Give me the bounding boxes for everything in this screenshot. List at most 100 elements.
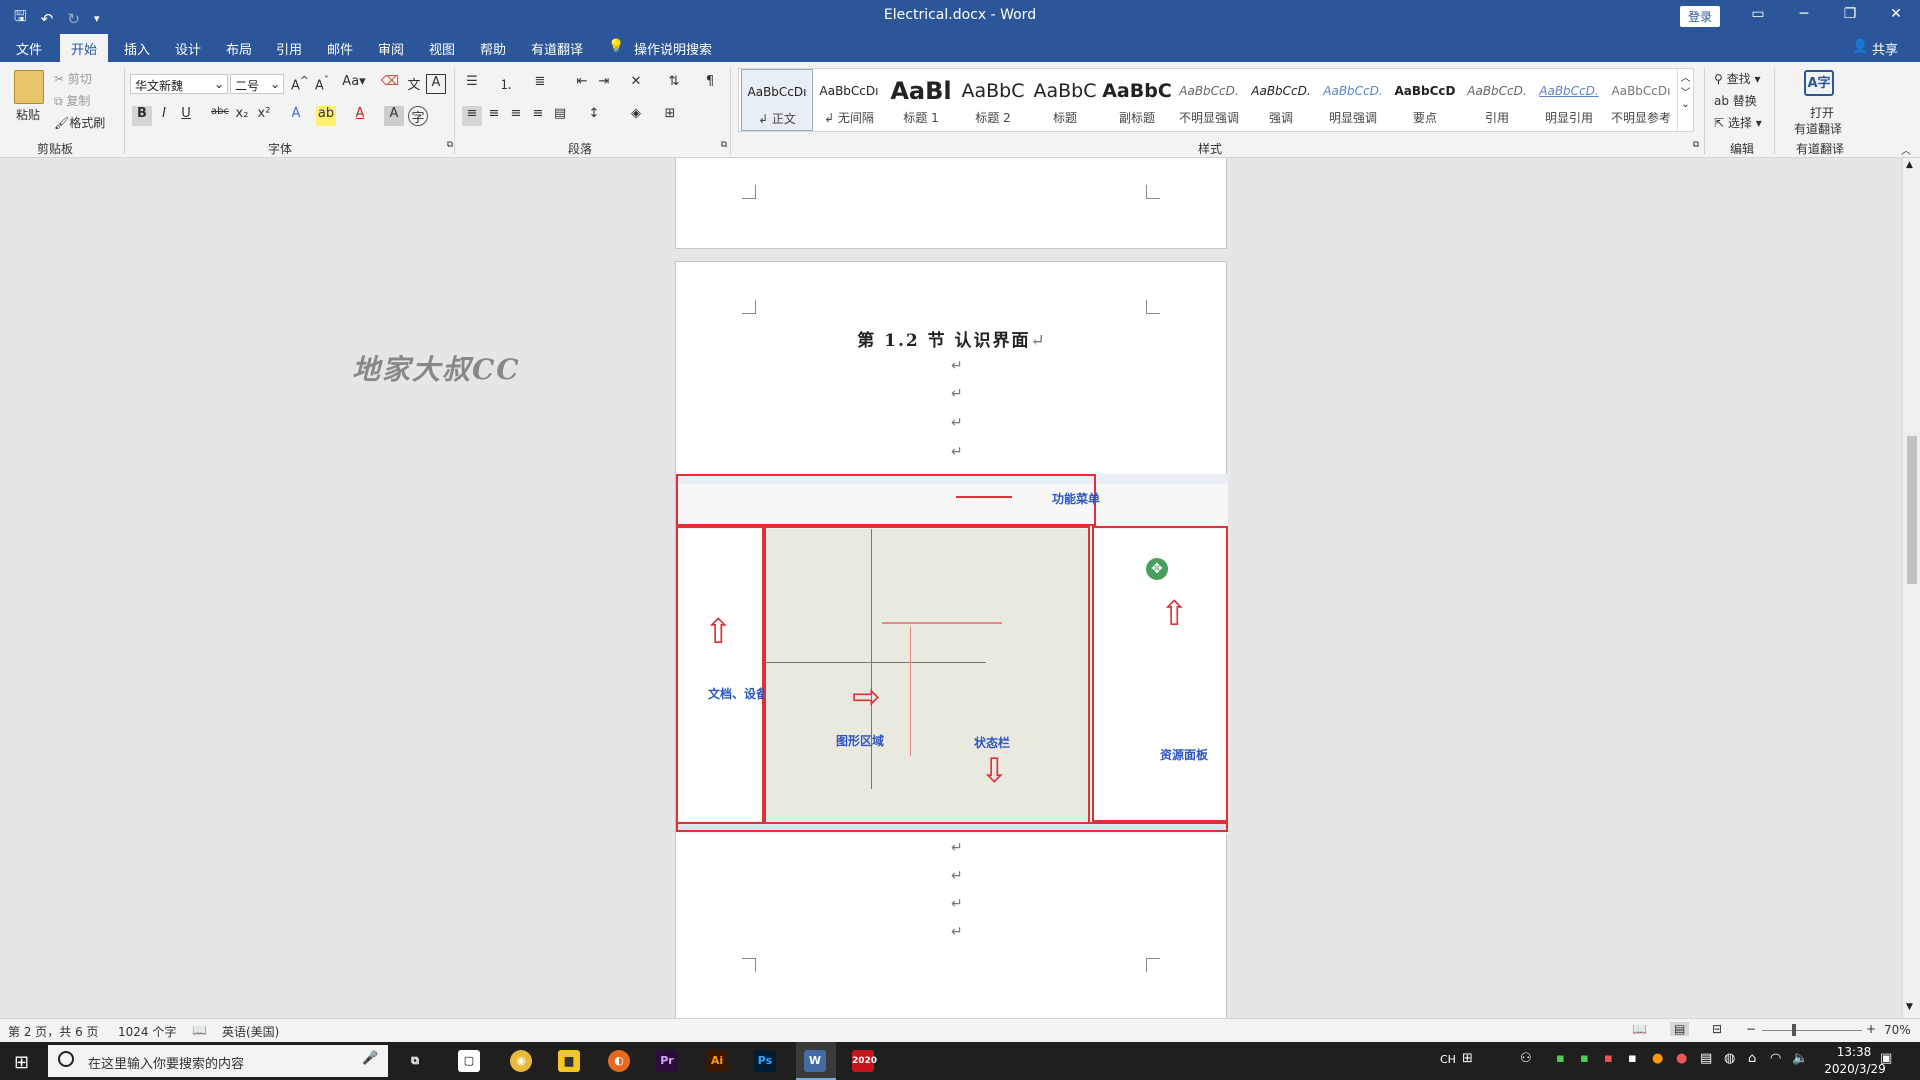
print-layout-icon[interactable]: ▤ — [1670, 1022, 1690, 1036]
illustrator-icon[interactable]: Ai — [706, 1050, 728, 1072]
style-subtitle[interactable]: AaBbC 副标题 — [1101, 69, 1173, 131]
scroll-up-icon[interactable]: ▲ — [1906, 160, 1913, 170]
copy-button[interactable]: ⧉ 复制 — [54, 92, 90, 109]
scrollbar-thumb[interactable] — [1907, 436, 1917, 584]
tab-youdao[interactable]: 有道翻译 — [531, 39, 583, 58]
app-icon[interactable]: ▢ — [458, 1050, 480, 1072]
change-case-icon[interactable]: Aa▾ — [340, 74, 368, 94]
tray-icon[interactable]: ▪ — [1580, 1051, 1589, 1066]
wechat-icon[interactable]: ◍ — [1724, 1051, 1735, 1066]
word-count[interactable]: 1024 个字 — [118, 1023, 176, 1040]
tab-mailings[interactable]: 邮件 — [327, 39, 353, 58]
style-intense-quote[interactable]: AaBbCcD. 明显引用 — [1533, 69, 1605, 131]
photoshop-icon[interactable]: Ps — [754, 1050, 776, 1072]
font-color-icon[interactable]: A — [350, 106, 370, 126]
tab-file[interactable]: 文件 — [16, 39, 42, 58]
chevron-up-icon[interactable]: ︿ — [1678, 69, 1693, 84]
paste-button[interactable]: 粘贴 — [16, 106, 40, 123]
enclose-characters-icon[interactable]: 字 — [408, 106, 428, 126]
chinese-layout-icon[interactable]: ✕ — [626, 74, 646, 94]
microphone-icon[interactable]: 🎤 — [362, 1051, 378, 1066]
ribbon-display-options-icon[interactable]: ▭ — [1746, 6, 1770, 26]
zoom-in-icon[interactable]: + — [1866, 1022, 1876, 1036]
increase-indent-icon[interactable]: ⇥ — [594, 74, 614, 94]
web-layout-icon[interactable]: ⊟ — [1712, 1022, 1722, 1036]
chevron-down-icon[interactable]: ﹀ — [1678, 84, 1693, 99]
embedded-screenshot[interactable]: 功能菜单 ⇧ 文档、设备管理器 ⇨ 图形区域 状态栏 ⇩ ✥ ⇧ 资源面板 — [676, 474, 1228, 834]
distributed-icon[interactable]: ▤ — [550, 106, 570, 126]
zoom-slider[interactable] — [1762, 1030, 1862, 1031]
youdao-open-line2[interactable]: 有道翻译 — [1794, 120, 1842, 137]
notification-icon[interactable]: ▣ — [1880, 1051, 1892, 1066]
scroll-down-icon[interactable]: ▼ — [1906, 1002, 1913, 1012]
font-name-select[interactable]: 华文新魏 ⌄ — [130, 74, 228, 94]
shrink-font-icon[interactable]: Aˇ — [312, 74, 332, 94]
style-heading-1[interactable]: AaBl 标题 1 — [885, 69, 957, 131]
tab-design[interactable]: 设计 — [175, 39, 201, 58]
tray-icon[interactable]: ▪ — [1604, 1051, 1613, 1066]
bold-icon[interactable]: B — [132, 106, 152, 126]
text-effects-icon[interactable]: A — [286, 106, 306, 126]
style-subtle-emphasis[interactable]: AaBbCcD. 不明显强调 — [1173, 69, 1245, 131]
clear-format-icon[interactable]: ⌫ — [380, 74, 400, 94]
style-strong[interactable]: AaBbCcD 要点 — [1389, 69, 1461, 131]
zoom-level[interactable]: 70% — [1884, 1023, 1911, 1037]
show-marks-icon[interactable]: ¶ — [700, 74, 720, 94]
youdao-translate-icon[interactable]: A字 — [1804, 70, 1834, 96]
tab-review[interactable]: 审阅 — [378, 39, 404, 58]
premiere-icon[interactable]: Pr — [656, 1050, 678, 1072]
cut-button[interactable]: ✂ 剪切 — [54, 70, 92, 87]
tell-me-search[interactable]: 操作说明搜索 — [634, 39, 712, 58]
style-subtle-reference[interactable]: AaBbCcDı 不明显参考 — [1605, 69, 1677, 131]
tab-layout[interactable]: 布局 — [226, 39, 252, 58]
font-size-select[interactable]: 二号 ⌄ — [230, 74, 284, 94]
tab-references[interactable]: 引用 — [276, 39, 302, 58]
styles-dialog-launcher-icon[interactable]: ⧉ — [1686, 140, 1706, 160]
more-styles-icon[interactable]: ⌄ — [1678, 99, 1693, 110]
zoom-out-icon[interactable]: − — [1746, 1022, 1756, 1036]
numbering-icon[interactable]: ⒈ — [496, 74, 516, 94]
style-title[interactable]: AaBbC 标题 — [1029, 69, 1101, 131]
select-button[interactable]: ⇱ 选择 ▾ — [1714, 114, 1762, 131]
decrease-indent-icon[interactable]: ⇤ — [572, 74, 592, 94]
style-quote[interactable]: AaBbCcD. 引用 — [1461, 69, 1533, 131]
font-dialog-launcher-icon[interactable]: ⧉ — [440, 140, 460, 160]
strikethrough-icon[interactable]: abc — [210, 106, 230, 126]
italic-icon[interactable]: I — [154, 106, 174, 126]
firefox-icon[interactable]: ◐ — [608, 1050, 630, 1072]
tray-icon[interactable]: ● — [1676, 1051, 1687, 1066]
character-shading-icon[interactable]: A — [384, 106, 404, 126]
share-button[interactable]: 共享 — [1872, 39, 1898, 58]
paste-icon[interactable] — [14, 70, 44, 104]
tab-help[interactable]: 帮助 — [480, 39, 506, 58]
style-normal[interactable]: AaBbCcDı ↲ 正文 — [741, 69, 813, 131]
style-emphasis[interactable]: AaBbCcD. 强调 — [1245, 69, 1317, 131]
tab-insert[interactable]: 插入 — [124, 39, 150, 58]
youdao-open-line1[interactable]: 打开 — [1810, 104, 1834, 121]
character-border-icon[interactable]: A — [426, 74, 446, 94]
tray-icon[interactable]: ⌂ — [1748, 1051, 1756, 1066]
line-spacing-icon[interactable]: ↕ — [584, 106, 604, 126]
minimize-icon[interactable]: ─ — [1792, 6, 1816, 26]
ime-indicator[interactable]: CH — [1440, 1053, 1456, 1066]
tab-home[interactable]: 开始 — [60, 34, 108, 62]
taskbar-search[interactable]: 在这里输入你要搜索的内容 🎤 — [48, 1045, 388, 1077]
underline-icon[interactable]: U — [176, 106, 196, 126]
format-painter-button[interactable]: 🖌格式刷 — [54, 114, 105, 131]
language-indicator[interactable]: 英语(美国) — [222, 1023, 279, 1040]
proofing-icon[interactable]: 📖 — [192, 1023, 207, 1037]
style-heading-2[interactable]: AaBbC 标题 2 — [957, 69, 1029, 131]
tab-view[interactable]: 视图 — [429, 39, 455, 58]
page-count[interactable]: 第 2 页，共 6 页 — [8, 1023, 99, 1040]
style-no-spacing[interactable]: AaBbCcDı ↲ 无间隔 — [813, 69, 885, 131]
chrome-icon[interactable]: ◉ — [510, 1050, 532, 1072]
shading-icon[interactable]: ◈ — [626, 106, 646, 126]
section-heading[interactable]: 第 1.2 节 认识界面↵ — [676, 326, 1228, 351]
borders-icon[interactable]: ⊞ — [660, 106, 680, 126]
restore-icon[interactable]: ❐ — [1838, 6, 1862, 26]
share-icon[interactable]: 👤 — [1852, 39, 1868, 54]
solidworks-electrical-icon[interactable]: 2020 — [852, 1050, 877, 1072]
find-button[interactable]: ⚲ 查找 ▾ — [1714, 70, 1760, 87]
read-mode-icon[interactable]: 📖 — [1632, 1022, 1647, 1036]
grow-font-icon[interactable]: A^ — [290, 74, 310, 94]
